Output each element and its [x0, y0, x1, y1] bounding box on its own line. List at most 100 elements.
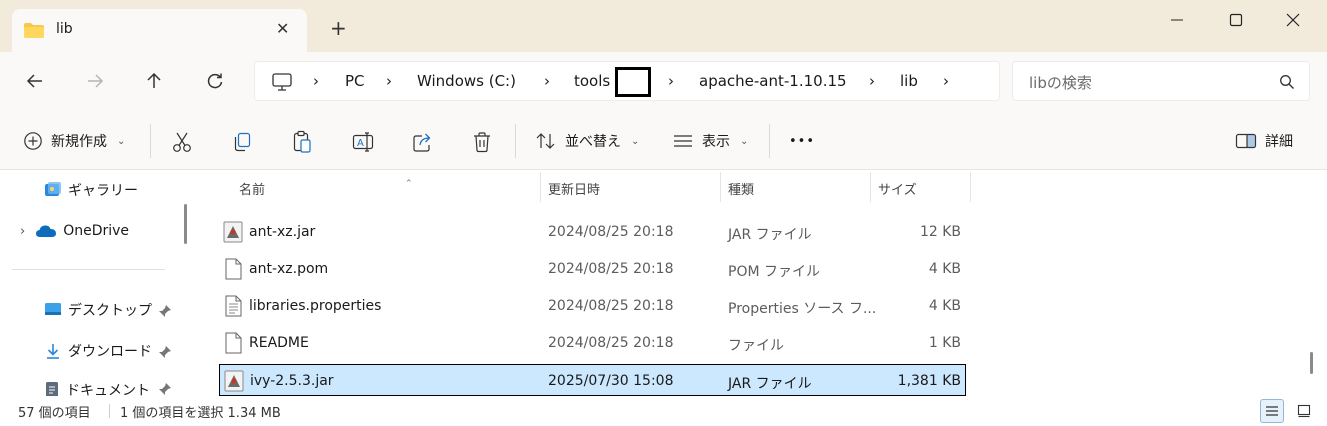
gallery-icon: [45, 182, 61, 196]
pin-icon[interactable]: [158, 345, 172, 359]
file-type: ファイル: [728, 338, 784, 354]
text-file-icon: [225, 295, 242, 317]
copy-icon[interactable]: [232, 131, 252, 153]
divider: [109, 404, 110, 418]
status-bar: 57 個の項目 1 個の項目を選択 1.34 MB: [0, 396, 1327, 426]
search-box[interactable]: libの検索: [1012, 61, 1310, 101]
column-divider[interactable]: [720, 172, 721, 202]
nav-item-documents[interactable]: ドキュメント: [44, 379, 150, 396]
share-icon[interactable]: [412, 131, 434, 153]
column-header-size[interactable]: サイズ: [878, 179, 917, 198]
breadcrumb-lib[interactable]: lib: [900, 72, 918, 90]
nav-scrollbar[interactable]: [184, 204, 187, 244]
column-divider[interactable]: [870, 172, 871, 202]
divider: [150, 124, 151, 158]
breadcrumb-chevron-icon[interactable]: ›: [869, 72, 875, 90]
breadcrumb-drive[interactable]: Windows (C:): [417, 72, 516, 90]
paste-icon[interactable]: [292, 130, 312, 154]
pin-icon[interactable]: [158, 382, 172, 396]
details-view-button[interactable]: [1260, 399, 1284, 423]
details-pane-label: 詳細: [1265, 134, 1293, 150]
breadcrumb-pc[interactable]: PC: [345, 72, 365, 90]
breadcrumb-chevron-icon[interactable]: ›: [668, 72, 674, 90]
file-row[interactable]: libraries.properties 2024/08/25 20:18 Pr…: [219, 290, 966, 322]
nav-item-downloads[interactable]: ダウンロード: [44, 340, 152, 362]
tab-title: lib: [56, 21, 73, 37]
minimize-icon[interactable]: [1167, 12, 1187, 28]
sort-arrows-icon: [536, 133, 555, 149]
forward-button[interactable]: [82, 68, 108, 94]
pin-icon[interactable]: [158, 304, 172, 318]
tab-lib[interactable]: lib ✕: [12, 9, 307, 52]
new-button[interactable]: 新規作成 ⌄: [23, 129, 125, 153]
column-header-row: ⌃ 名前 更新日時 種類 サイズ: [219, 170, 1319, 204]
nav-item-onedrive[interactable]: › OneDrive: [20, 220, 129, 242]
list-view-icon: [1266, 406, 1278, 416]
command-bar: 新規作成 ⌄ A 並べ替え ⌄ 表示 ⌄ ••• 詳細: [0, 112, 1327, 170]
back-button[interactable]: [22, 68, 48, 94]
documents-icon: [46, 382, 58, 396]
file-row-selected[interactable]: ivy-2.5.3.jar 2025/07/30 15:08 JAR ファイル …: [219, 364, 966, 396]
column-divider[interactable]: [970, 172, 971, 202]
view-button-label: 表示: [702, 134, 730, 150]
title-bar: lib ✕ +: [0, 0, 1327, 52]
search-icon: [1280, 75, 1294, 89]
tiles-view-button[interactable]: [1292, 399, 1316, 423]
file-date: 2024/08/25 20:18: [548, 335, 674, 351]
window-close-icon[interactable]: [1283, 12, 1303, 28]
file-name: libraries.properties: [249, 298, 382, 314]
view-button[interactable]: 表示 ⌄: [672, 129, 748, 153]
refresh-button[interactable]: [202, 68, 228, 94]
maximize-icon[interactable]: [1226, 12, 1246, 28]
tab-close-icon[interactable]: ✕: [276, 19, 289, 38]
rename-icon[interactable]: A: [352, 131, 374, 153]
breadcrumb-chevron-icon[interactable]: ›: [313, 72, 319, 90]
delete-icon[interactable]: [472, 131, 492, 153]
nav-label-onedrive: OneDrive: [63, 223, 130, 239]
download-icon: [47, 344, 59, 359]
file-date: 2024/08/25 20:18: [548, 261, 674, 277]
nav-item-desktop[interactable]: デスクトップ: [44, 299, 152, 321]
column-header-date[interactable]: 更新日時: [548, 179, 600, 198]
column-header-type[interactable]: 種類: [728, 179, 754, 198]
file-size: 1 KB: [928, 335, 961, 351]
search-input[interactable]: libの検索: [1029, 72, 1092, 93]
jar-file-icon: [223, 221, 243, 243]
breadcrumb-chevron-icon[interactable]: ›: [386, 72, 392, 90]
file-list-scrollbar[interactable]: [1310, 352, 1313, 374]
navigation-pane: ギャラリー › OneDrive デスクトップ ダウンロード ドキュメント: [0, 170, 195, 396]
file-row[interactable]: README 2024/08/25 20:18 ファイル 1 KB: [219, 327, 966, 359]
file-row[interactable]: ant-xz.jar 2024/08/25 20:18 JAR ファイル 12 …: [219, 216, 966, 248]
breadcrumb-chevron-icon[interactable]: ›: [544, 72, 550, 90]
new-tab-button[interactable]: +: [330, 18, 347, 38]
more-icon: •••: [789, 133, 816, 149]
file-date: 2025/07/30 15:08: [548, 373, 674, 389]
item-count: 57 個の項目: [18, 406, 91, 421]
file-type: Properties ソース フ...: [728, 301, 877, 317]
refresh-icon: [207, 73, 223, 89]
breadcrumb-tools[interactable]: tools: [574, 72, 610, 90]
up-button[interactable]: [141, 68, 167, 94]
breadcrumb-chevron-icon[interactable]: ›: [943, 72, 949, 90]
nav-label-desktop: デスクトップ: [68, 303, 152, 319]
nav-item-gallery[interactable]: ギャラリー: [44, 179, 138, 201]
column-header-name[interactable]: 名前: [239, 179, 265, 198]
cut-icon[interactable]: [172, 131, 192, 153]
file-name: ivy-2.5.3.jar: [250, 373, 334, 389]
redaction-box: [615, 67, 651, 97]
address-bar[interactable]: › PC › Windows (C:) › tools › apache-ant…: [254, 61, 1000, 101]
tiles-view-icon: [1297, 404, 1311, 418]
divider: [515, 124, 516, 158]
column-divider[interactable]: [540, 172, 541, 202]
file-row[interactable]: ant-xz.pom 2024/08/25 20:18 POM ファイル 4 K…: [219, 253, 966, 285]
arrow-left-icon: [26, 74, 42, 88]
file-size: 1,381 KB: [897, 373, 961, 389]
chevron-down-icon: ⌄: [631, 135, 640, 147]
breadcrumb-apache-ant[interactable]: apache-ant-1.10.15: [699, 72, 847, 90]
more-button[interactable]: •••: [789, 129, 815, 153]
sort-ascending-icon: ⌃: [405, 179, 413, 189]
details-pane-button[interactable]: 詳細: [1235, 129, 1293, 153]
arrow-right-icon: [88, 74, 104, 88]
file-date: 2024/08/25 20:18: [548, 224, 674, 240]
sort-button[interactable]: 並べ替え ⌄: [535, 129, 639, 153]
